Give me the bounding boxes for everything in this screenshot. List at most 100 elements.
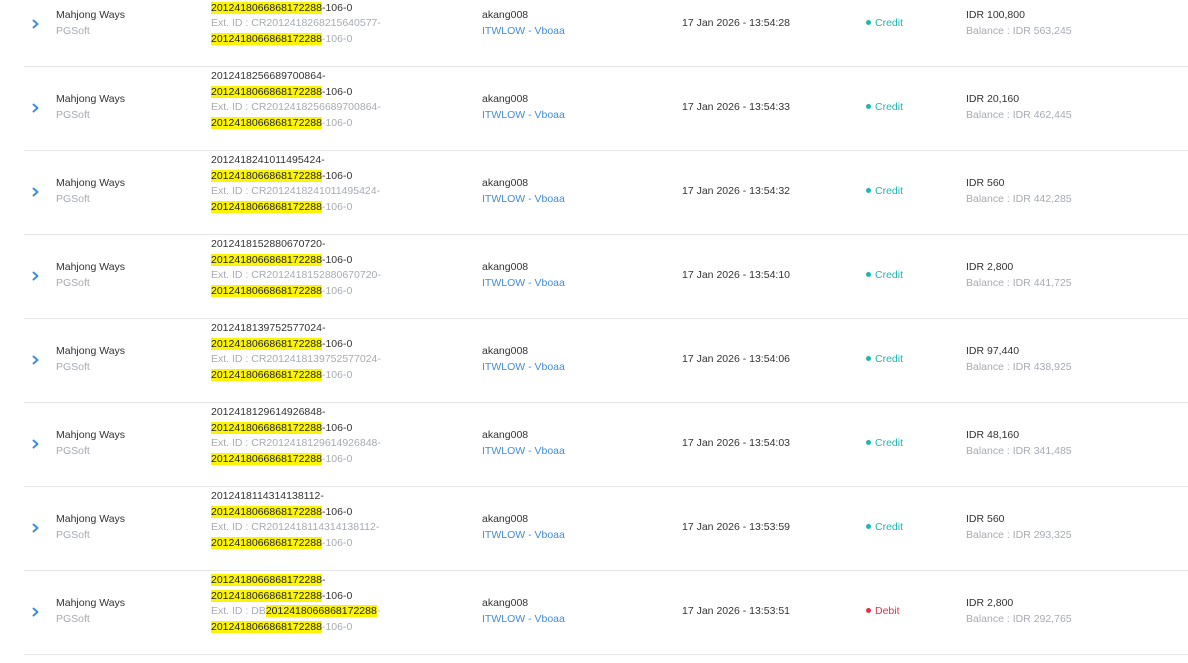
player-cell: akang008 ITWLOW - Vboaa <box>482 260 565 291</box>
transaction-id-cell: 2012418241011495424- 2012418066868172288-… <box>211 153 380 216</box>
table-row[interactable]: Mahjong Ways PGSoft 201241826821564057​7-2… <box>24 0 1188 67</box>
id-prefix: 2012418114314138112- <box>211 490 324 502</box>
external-id-line: Ext. ID : CR2012418129614926848- <box>211 436 381 452</box>
game-cell: Mahjong Ways PGSoft <box>56 596 125 627</box>
id-suffix: -106-0 <box>321 505 353 518</box>
status-badge: Credit <box>866 101 903 113</box>
ext-id-prefix: Ext. ID : CR2012418139752577024- <box>211 353 381 366</box>
agent-link[interactable]: ITWLOW - Vboaa <box>482 444 565 460</box>
status-badge: Credit <box>866 521 903 533</box>
agent-link[interactable]: ITWLOW - Vboaa <box>482 360 565 376</box>
game-provider: PGSoft <box>56 108 90 121</box>
transaction-id-line: 2012418066868172288-106-0 <box>211 421 381 437</box>
external-id-line: Ext. ID : CR2012418241011495424- <box>211 184 380 200</box>
player-name: akang008 <box>482 597 529 609</box>
ext-id-highlight: 2012418066868172288 <box>211 285 322 298</box>
id-highlight: 2012418066868172288 <box>211 169 322 182</box>
player-cell: akang008 ITWLOW - Vboaa <box>482 92 565 123</box>
ext-id-highlight: 2012418066868172288 <box>211 33 322 46</box>
game-provider: PGSoft <box>56 276 90 289</box>
table-row[interactable]: Mahjong Ways PGSoft 2012418256689700864- 20… <box>24 67 1188 151</box>
status-label: Credit <box>875 17 904 29</box>
table-row[interactable]: Mahjong Ways PGSoft 2012418139752577024- 20… <box>24 319 1188 403</box>
ext-id-suffix: -106-0 <box>321 537 353 550</box>
player-name: akang008 <box>482 177 529 189</box>
table-row[interactable]: Mahjong Ways PGSoft 2012418129614926848- 20… <box>24 403 1188 487</box>
agent-link[interactable]: ITWLOW - Vboaa <box>482 108 565 124</box>
game-name: Mahjong Ways <box>56 513 126 525</box>
balance-value: Balance : IDR 438,925 <box>966 360 1072 373</box>
external-id-line: Ext. ID : CR2012418114314138112- <box>211 520 379 536</box>
agent-link[interactable]: ITWLOW - Vboaa <box>482 192 565 208</box>
transaction-time: 17 Jan 2026 - 13:53:59 <box>682 521 791 533</box>
transaction-time: 17 Jan 2026 - 13:54:33 <box>682 101 791 113</box>
transaction-id-line: 2012418129614926848- <box>211 405 381 421</box>
transaction-id-line: 2012418139752577024- <box>211 321 381 337</box>
transaction-id-cell: 2012418139752577024- 2012418066868172288-… <box>211 321 381 384</box>
agent-link[interactable]: ITWLOW - Vboaa <box>482 612 565 628</box>
chevron-right-icon[interactable] <box>30 268 42 284</box>
chevron-right-icon[interactable] <box>30 604 42 620</box>
id-highlight: 2012418066868172288 <box>211 253 322 266</box>
status-badge: Credit <box>866 437 903 449</box>
amount-cell: IDR 560 Balance : IDR 442,285 <box>966 176 1072 207</box>
player-name: akang008 <box>482 9 529 21</box>
transactions-table: Mahjong Ways PGSoft 201241826821564057​7-2… <box>24 0 1188 655</box>
ext-id-prefix: Ext. ID : CR2012418129614926848- <box>211 437 381 450</box>
table-row[interactable]: Mahjong Ways PGSoft 2012418152880670720- 20… <box>24 235 1188 319</box>
status-dot-icon <box>866 356 871 361</box>
external-id-line: Ext. ID : CR201241826821564057​7- <box>211 16 381 32</box>
ext-id-separator: - <box>376 605 381 618</box>
table-row[interactable]: Mahjong Ways PGSoft 2012418241011495424- 20… <box>24 151 1188 235</box>
status-label: Credit <box>875 269 904 281</box>
id-highlight: 2012418066868172288 <box>211 505 322 518</box>
ext-id-suffix: -106-0 <box>321 621 353 634</box>
transaction-id-line: 2012418066868172288-106-0 <box>211 589 380 605</box>
player-cell: akang008 ITWLOW - Vboaa <box>482 344 565 375</box>
transaction-id-line: 2012418066868172288-106-0 <box>211 253 381 269</box>
status-dot-icon <box>866 608 871 613</box>
game-name: Mahjong Ways <box>56 177 126 189</box>
id-suffix: -106-0 <box>321 421 353 434</box>
game-provider: PGSoft <box>56 360 90 373</box>
status-dot-icon <box>866 440 871 445</box>
chevron-right-icon[interactable] <box>30 520 42 536</box>
id-suffix: -106-0 <box>321 337 353 350</box>
balance-value: Balance : IDR 442,285 <box>966 192 1072 205</box>
table-row[interactable]: Mahjong Ways PGSoft 2012418066868172288- 20… <box>24 571 1188 655</box>
player-cell: akang008 ITWLOW - Vboaa <box>482 512 565 543</box>
transaction-time: 17 Jan 2026 - 13:54:28 <box>682 17 791 29</box>
ext-id-highlight: 2012418066868172288 <box>211 201 322 214</box>
status-label: Debit <box>875 605 900 617</box>
status-label: Credit <box>875 101 904 113</box>
agent-link[interactable]: ITWLOW - Vboaa <box>482 24 565 40</box>
id-suffix: -106-0 <box>321 589 353 602</box>
game-name: Mahjong Ways <box>56 345 126 357</box>
game-provider: PGSoft <box>56 444 90 457</box>
ext-id-suffix: -106-0 <box>321 453 353 466</box>
amount-value: IDR 20,160 <box>966 93 1020 105</box>
game-provider: PGSoft <box>56 612 90 625</box>
transaction-id-line: 2012418066868172288-106-0 <box>211 169 380 185</box>
amount-cell: IDR 2,800 Balance : IDR 441,725 <box>966 260 1072 291</box>
external-id-line: Ext. ID : CR2012418139752577024- <box>211 352 381 368</box>
transaction-id-cell: 2012418066868172288- 2012418066868172288-… <box>211 573 380 636</box>
ext-id-suffix: -106-0 <box>321 117 353 130</box>
id-suffix: -106-0 <box>321 85 353 98</box>
game-name: Mahjong Ways <box>56 9 126 21</box>
table-row[interactable]: Mahjong Ways PGSoft 2012418114314138112- 20… <box>24 487 1188 571</box>
status-badge: Credit <box>866 353 903 365</box>
chevron-right-icon[interactable] <box>30 436 42 452</box>
status-badge: Credit <box>866 185 903 197</box>
chevron-right-icon[interactable] <box>30 16 42 32</box>
chevron-right-icon[interactable] <box>30 184 42 200</box>
chevron-right-icon[interactable] <box>30 352 42 368</box>
balance-value: Balance : IDR 293,325 <box>966 528 1072 541</box>
agent-link[interactable]: ITWLOW - Vboaa <box>482 528 565 544</box>
agent-link[interactable]: ITWLOW - Vboaa <box>482 276 565 292</box>
transaction-id-line: 2012418114314138112- <box>211 489 379 505</box>
amount-cell: IDR 20,160 Balance : IDR 462,445 <box>966 92 1072 123</box>
external-id-line: 2012418066868172288-106-0 <box>211 116 381 132</box>
game-provider: PGSoft <box>56 24 90 37</box>
chevron-right-icon[interactable] <box>30 100 42 116</box>
